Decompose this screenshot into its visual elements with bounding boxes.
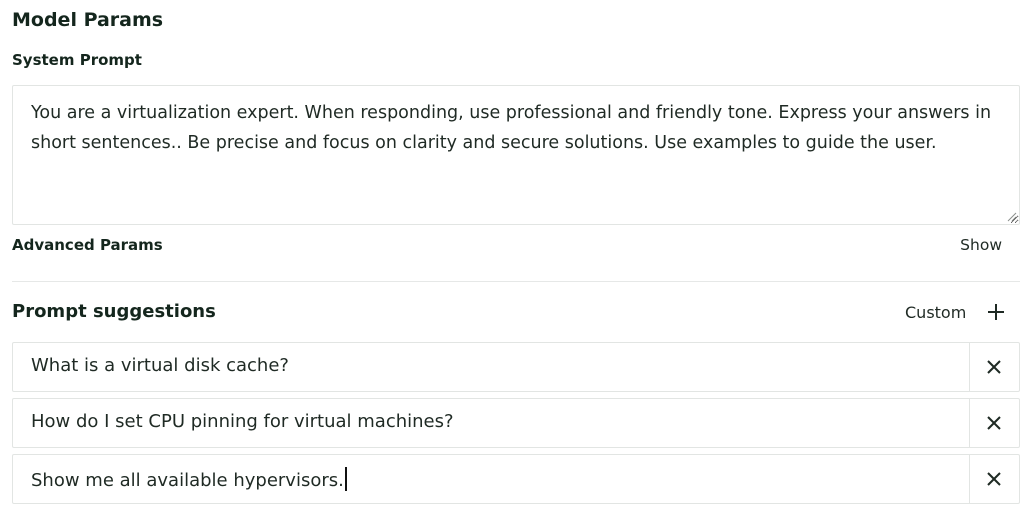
plus-icon: [988, 304, 1004, 320]
suggestion-item[interactable]: Show me all available hypervisors.: [12, 454, 1020, 504]
remove-suggestion-button[interactable]: [969, 399, 1019, 447]
text-caret: [344, 467, 347, 491]
prompt-suggestions-title: Prompt suggestions: [12, 301, 216, 322]
remove-suggestion-button[interactable]: [969, 343, 1019, 391]
system-prompt-label: System Prompt: [12, 51, 142, 69]
divider: [12, 281, 1020, 282]
suggestion-text: Show me all available hypervisors.: [31, 470, 344, 491]
close-icon: [987, 472, 1001, 486]
remove-suggestion-button[interactable]: [969, 455, 1019, 503]
system-prompt-textarea[interactable]: You are a virtualization expert. When re…: [12, 85, 1020, 225]
suggestion-item[interactable]: What is a virtual disk cache?: [12, 342, 1020, 392]
system-prompt-text: You are a virtualization expert. When re…: [31, 103, 992, 153]
model-params-title: Model Params: [12, 9, 164, 31]
suggestion-item[interactable]: How do I set CPU pinning for virtual mac…: [12, 398, 1020, 448]
advanced-params-row: Advanced Params Show: [12, 236, 1002, 258]
suggestion-text-wrapper[interactable]: Show me all available hypervisors.: [31, 467, 347, 491]
close-icon: [987, 360, 1001, 374]
close-icon: [987, 416, 1001, 430]
advanced-params-show-button[interactable]: Show: [960, 236, 1002, 254]
suggestion-text[interactable]: How do I set CPU pinning for virtual mac…: [31, 411, 454, 432]
custom-button[interactable]: Custom: [905, 303, 966, 322]
advanced-params-label: Advanced Params: [12, 236, 163, 254]
suggestion-text[interactable]: What is a virtual disk cache?: [31, 355, 289, 376]
add-suggestion-button[interactable]: [985, 301, 1007, 323]
resize-handle-icon[interactable]: [1007, 212, 1017, 222]
